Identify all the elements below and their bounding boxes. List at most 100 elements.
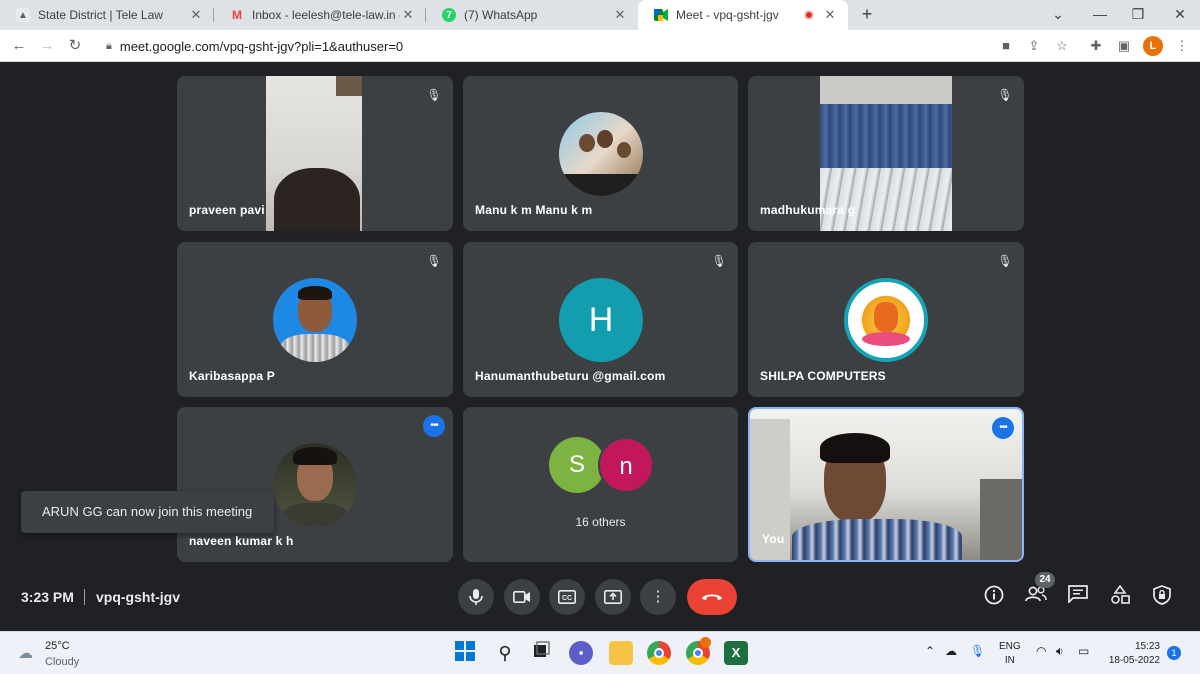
camera-icon[interactable]: ■ <box>996 36 1016 56</box>
avatar <box>559 112 643 196</box>
participant-name: Hanumanthubeturu @gmail.com <box>475 369 666 383</box>
participant-tile[interactable]: ••• naveen kumar k h <box>177 407 453 562</box>
clock-date: 18-05-2022 <box>1108 655 1160 666</box>
weather-temperature[interactable]: 25°C <box>45 640 70 652</box>
bookmark-star-icon[interactable]: ☆ <box>1052 36 1072 56</box>
address-bar[interactable]: 🔒︎ meet.google.com/vpq-gsht-jgv?pli=1&au… <box>96 33 1076 59</box>
url-text: meet.google.com/vpq-gsht-jgv?pli=1&authu… <box>119 38 404 54</box>
people-icon[interactable] <box>1024 585 1048 609</box>
close-icon[interactable]: ✕ <box>612 7 628 23</box>
participant-tile[interactable]: 🎙︎ Karibasappa P <box>177 242 453 397</box>
tab-strip: ▲ State District | Tele Law ✕ M Inbox - … <box>0 0 1200 30</box>
meeting-code: vpq-gsht-jgv <box>96 589 180 605</box>
extensions-icon[interactable]: ✚ <box>1086 36 1106 56</box>
battery-icon[interactable]: ▭ <box>1078 644 1089 658</box>
people-count-badge: 24 <box>1035 572 1055 588</box>
participant-name: Karibasappa P <box>189 369 275 383</box>
avatar: S <box>549 437 605 493</box>
tab-title: Meet - vpq-gsht-jgv <box>676 8 779 22</box>
task-view-icon[interactable] <box>529 641 553 665</box>
participant-name: naveen kumar k h <box>189 534 294 548</box>
mic-off-icon: 🎙︎ <box>426 88 442 102</box>
address-bar-row: ← → ↻ 🔒︎ meet.google.com/vpq-gsht-jgv?pl… <box>0 30 1200 62</box>
svg-text:CC: CC <box>562 595 572 602</box>
participant-name: You <box>762 532 785 546</box>
mic-tray-icon[interactable]: 🎙︎ <box>970 644 985 658</box>
search-icon[interactable]: ⚲ <box>493 641 517 665</box>
participant-tile[interactable]: H 🎙︎ Hanumanthubeturu @gmail.com <box>463 242 738 397</box>
close-window-button[interactable]: ✕ <box>1160 0 1200 30</box>
camera-button[interactable] <box>504 579 540 615</box>
notification-badge[interactable]: 1 <box>1167 646 1181 660</box>
participant-tile[interactable]: 🎙︎ praveen pavi <box>177 76 453 231</box>
speaking-indicator-icon: ••• <box>992 417 1014 439</box>
tab-meet[interactable]: Meet - vpq-gsht-jgv ✕ <box>638 0 848 30</box>
restore-button[interactable]: ❐ <box>1118 0 1158 30</box>
taskbar: ☁︎ 25°C Cloudy ⚲ ▪ X ⌃ ☁︎ 🎙︎ ENG IN ◠ 🔉︎… <box>0 631 1200 674</box>
close-icon[interactable]: ✕ <box>188 7 204 23</box>
others-count: 16 others <box>575 515 626 529</box>
lock-icon: 🔒︎ <box>106 39 112 52</box>
self-view-tile[interactable]: ••• You <box>748 407 1024 562</box>
activities-icon[interactable] <box>1108 584 1132 609</box>
meet-icon <box>654 8 668 22</box>
whatsapp-icon: 7 <box>442 8 456 22</box>
onedrive-icon[interactable]: ☁︎ <box>945 644 957 658</box>
mic-off-icon: 🎙︎ <box>711 254 727 268</box>
tab-title: (7) WhatsApp <box>464 8 538 22</box>
divider <box>84 589 85 605</box>
tab-tele-law[interactable]: ▲ State District | Tele Law ✕ <box>0 0 214 30</box>
input-language[interactable]: ENG IN <box>999 640 1021 668</box>
chrome-icon[interactable] <box>647 641 671 665</box>
participant-tile[interactable]: 🎙︎ SHILPA COMPUTERS <box>748 242 1024 397</box>
avatar <box>273 278 357 362</box>
chat-icon[interactable] <box>1066 585 1090 609</box>
mic-off-icon: 🎙︎ <box>997 88 1013 102</box>
new-tab-button[interactable]: + <box>856 4 878 26</box>
more-menu-icon[interactable]: ⋮ <box>1172 36 1192 56</box>
chrome-profile-icon[interactable] <box>686 637 711 665</box>
captions-button[interactable]: CC <box>549 579 585 615</box>
close-icon[interactable]: ✕ <box>400 7 416 23</box>
video-feed <box>750 409 1022 560</box>
chevron-up-icon[interactable]: ⌃ <box>925 644 935 658</box>
system-clock[interactable]: 15:23 18-05-2022 <box>1106 640 1160 668</box>
tab-gmail[interactable]: M Inbox - leelesh@tele-law.in - CSC ✕ <box>214 0 426 30</box>
end-call-button[interactable] <box>687 579 737 615</box>
gmail-icon: M <box>232 8 242 22</box>
others-tile[interactable]: S n 16 others <box>463 407 738 562</box>
present-screen-button[interactable] <box>595 579 631 615</box>
back-button[interactable]: ← <box>8 35 30 57</box>
profile-avatar[interactable]: L <box>1143 36 1163 56</box>
host-controls-icon[interactable] <box>1150 585 1174 609</box>
close-icon[interactable]: ✕ <box>822 7 838 23</box>
participant-name: praveen pavi <box>189 203 265 217</box>
chevron-down-icon[interactable]: ⌄ <box>1038 0 1078 30</box>
more-options-icon[interactable]: ⋮ <box>640 579 676 615</box>
participant-tile[interactable]: Manu k m Manu k m <box>463 76 738 231</box>
participant-name: SHILPA COMPUTERS <box>760 369 886 383</box>
cloud-icon: ☁︎ <box>18 645 33 662</box>
meeting-details-icon[interactable] <box>982 585 1006 609</box>
forward-button[interactable]: → <box>36 35 58 57</box>
avatar <box>273 443 357 527</box>
speaking-indicator-icon: ••• <box>423 415 445 437</box>
join-toast: ARUN GG can now join this meeting <box>21 491 274 533</box>
share-icon[interactable]: ⇪ <box>1024 36 1044 56</box>
tab-whatsapp[interactable]: 7 (7) WhatsApp ✕ <box>426 0 638 30</box>
minimize-button[interactable]: — <box>1080 0 1120 30</box>
chat-app-icon[interactable]: ▪ <box>569 641 593 665</box>
excel-icon[interactable]: X <box>724 641 748 665</box>
side-panel-icon[interactable]: ▣ <box>1114 36 1134 56</box>
file-explorer-icon[interactable] <box>609 641 633 665</box>
participant-name: Manu k m Manu k m <box>475 203 593 217</box>
participant-tile[interactable]: 🎙︎ madhukumara g <box>748 76 1024 231</box>
volume-icon[interactable]: 🔉︎ <box>1056 644 1064 659</box>
weather-condition[interactable]: Cloudy <box>45 656 79 668</box>
reload-button[interactable]: ↻ <box>64 35 86 57</box>
microphone-button[interactable] <box>458 579 494 615</box>
language-code: ENG <box>999 641 1021 652</box>
wifi-icon[interactable]: ◠ <box>1036 644 1046 658</box>
clock-time: 15:23 <box>1134 641 1160 652</box>
windows-start-icon[interactable] <box>453 641 477 665</box>
